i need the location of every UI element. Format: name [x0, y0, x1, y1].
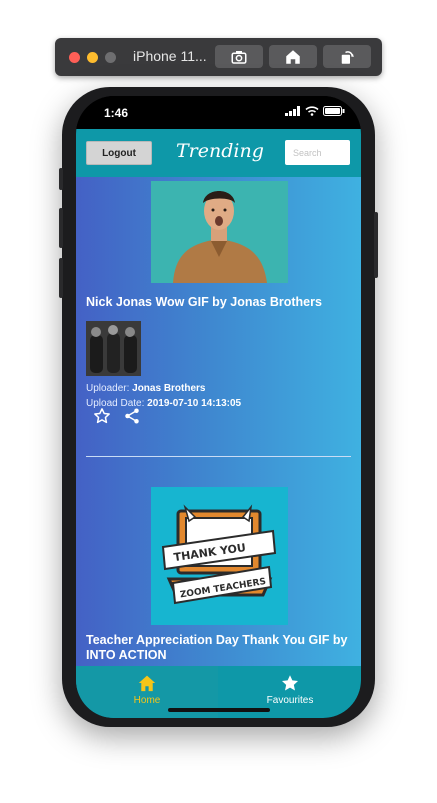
uploader-label: Uploader:	[86, 383, 130, 394]
simulator-toolbar: iPhone 11...	[55, 38, 382, 76]
signal-icon	[285, 106, 300, 116]
rotate-icon	[341, 50, 354, 64]
uploader-avatar	[86, 321, 141, 376]
wifi-icon	[305, 106, 319, 116]
volume-down-button	[59, 258, 63, 298]
status-time: 1:46	[104, 106, 129, 120]
logout-button[interactable]: Logout	[86, 141, 152, 165]
gif-image[interactable]: THANK YOU ZOOM TEACHERS	[151, 487, 288, 625]
house-icon	[286, 49, 300, 64]
share-icon[interactable]	[123, 407, 141, 425]
power-button	[374, 212, 378, 278]
star-icon	[281, 675, 299, 691]
status-icons	[285, 106, 345, 116]
battery-icon	[323, 106, 345, 116]
home-icon	[138, 675, 156, 692]
mute-switch	[59, 168, 63, 190]
uploader-line: Uploader: Jonas Brothers	[86, 383, 206, 394]
screenshot-button[interactable]	[215, 45, 263, 68]
close-window-button[interactable]	[69, 52, 80, 63]
volume-up-button	[59, 208, 63, 248]
simulator-title: iPhone 11...	[133, 48, 207, 64]
gif-title: Nick Jonas Wow GIF by Jonas Brothers	[86, 295, 322, 309]
notch	[148, 96, 289, 118]
uploader-name: Jonas Brothers	[132, 383, 206, 394]
gif-title: Teacher Appreciation Day Thank You GIF b…	[86, 633, 348, 662]
rotate-button[interactable]	[323, 45, 371, 68]
home-button[interactable]	[269, 45, 317, 68]
upload-date-value: 2019-07-10 14:13:05	[147, 398, 242, 409]
gif-image[interactable]	[151, 181, 288, 283]
status-bar: 1:46	[76, 96, 361, 129]
thank-you-laptop-illustration: THANK YOU ZOOM TEACHERS	[151, 487, 288, 625]
app-bar: Logout Trending	[76, 129, 361, 177]
feed-divider	[86, 456, 351, 457]
minimize-window-button[interactable]	[87, 52, 98, 63]
page-title: Trending	[176, 140, 264, 162]
gif-feed[interactable]: Nick Jonas Wow GIF by Jonas Brothers Upl…	[76, 177, 361, 666]
zoom-window-button[interactable]	[105, 52, 116, 63]
star-outline-icon[interactable]	[93, 407, 111, 425]
camera-icon	[231, 50, 247, 64]
person-illustration	[151, 181, 288, 283]
tab-favourites-label: Favourites	[266, 695, 314, 706]
search-input[interactable]	[285, 140, 350, 165]
home-indicator[interactable]	[168, 708, 270, 712]
tab-home-label: Home	[133, 695, 161, 706]
phone-screen: 1:46 Logout Trending N	[76, 96, 361, 718]
